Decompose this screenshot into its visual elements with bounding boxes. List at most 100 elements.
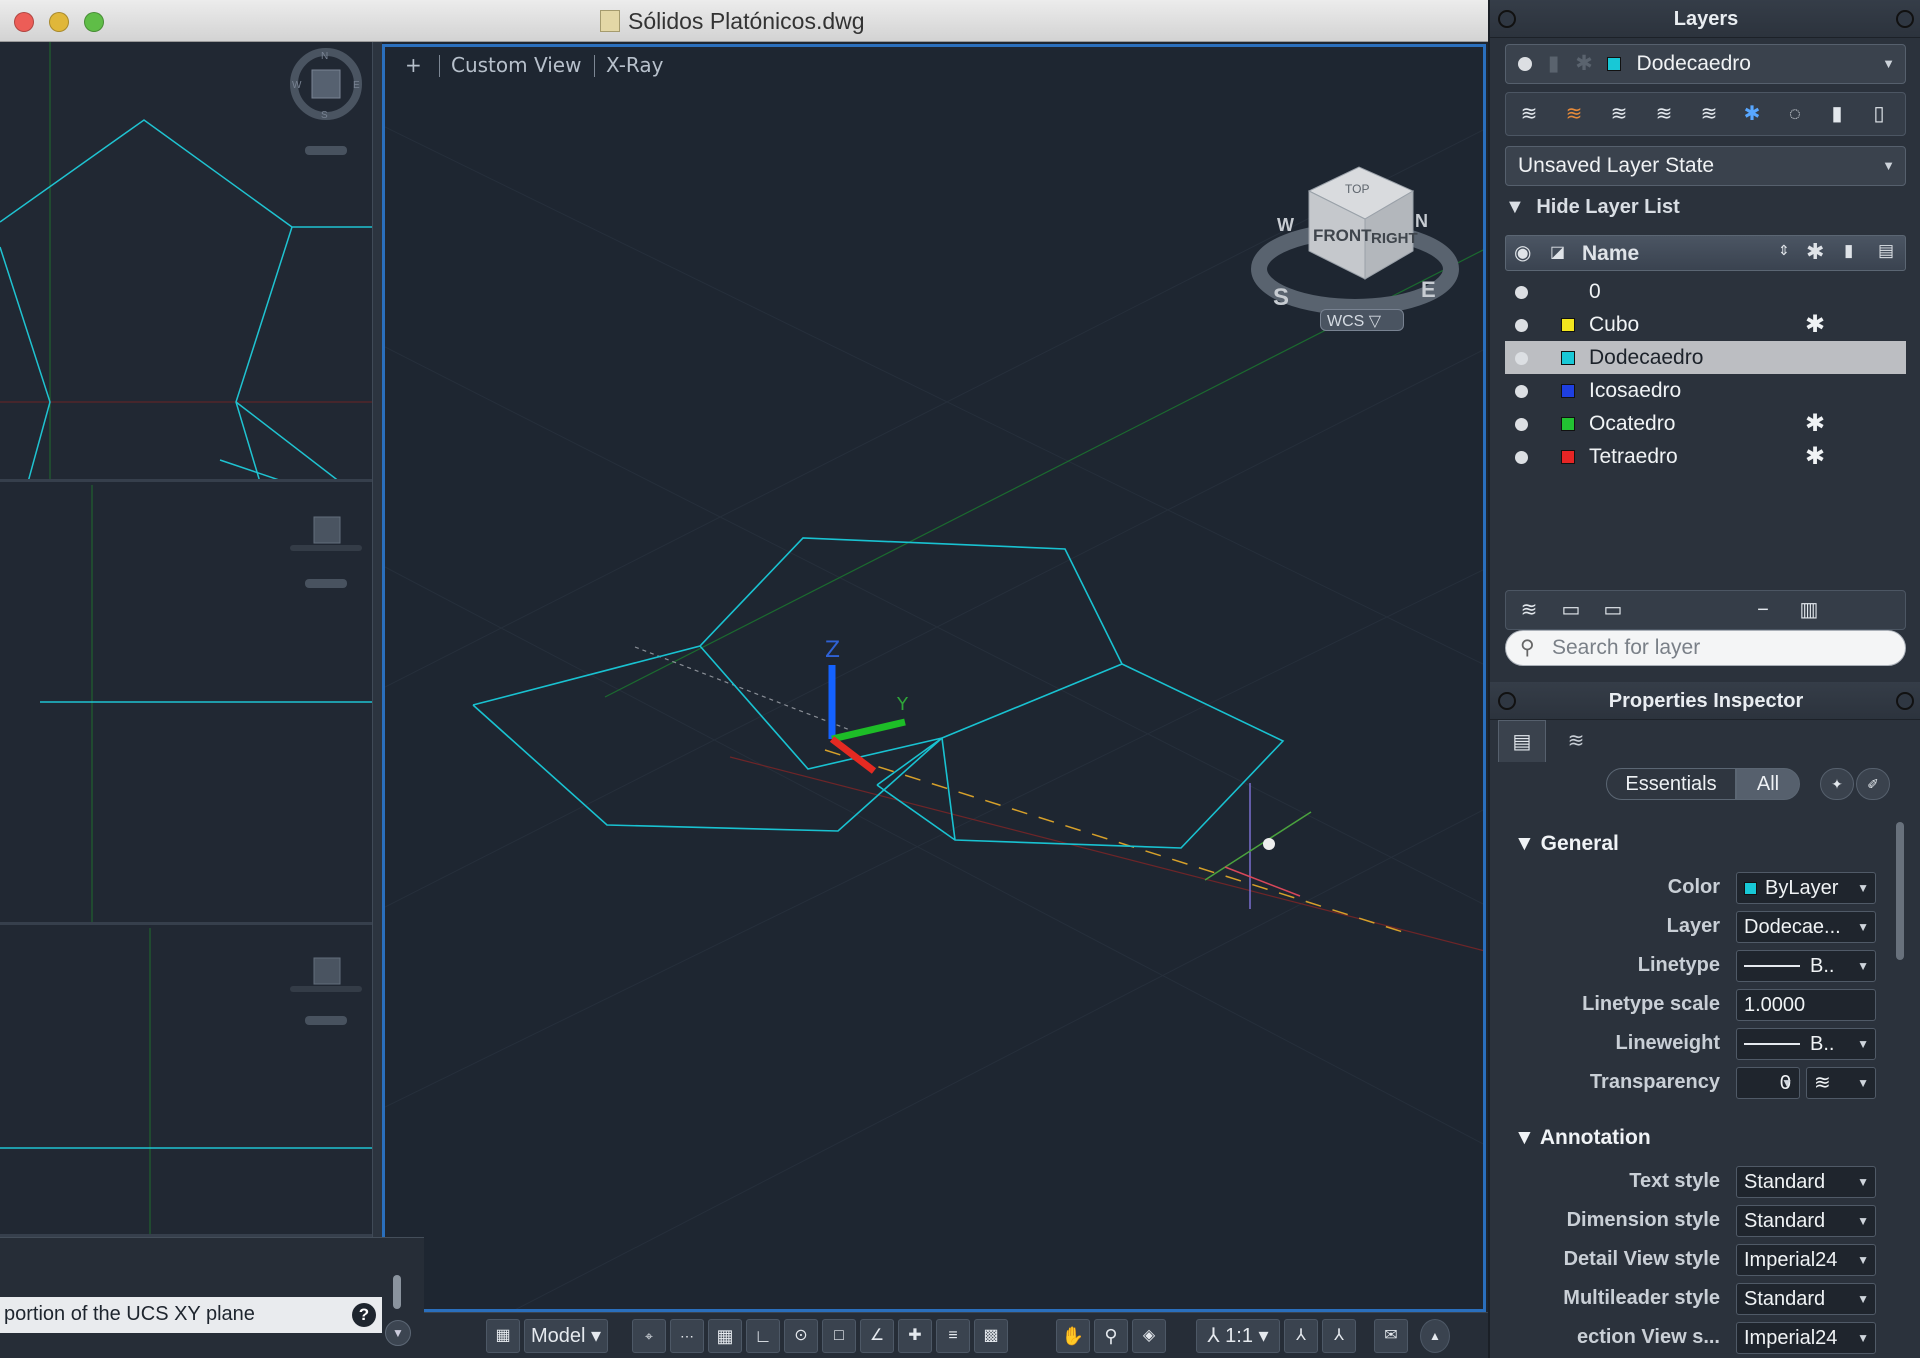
workspace-icon[interactable]: ✉ bbox=[1374, 1319, 1408, 1353]
layer-row[interactable]: Icosaedro bbox=[1505, 374, 1906, 407]
maximize-window-button[interactable] bbox=[84, 12, 104, 32]
layer-color-swatch[interactable] bbox=[1561, 351, 1575, 365]
layer-visible-icon[interactable] bbox=[1515, 319, 1528, 332]
zoom-icon[interactable]: ⚲ bbox=[1094, 1319, 1128, 1353]
layers-panel-close-dot[interactable] bbox=[1498, 10, 1516, 28]
layer-visible-icon[interactable] bbox=[1515, 352, 1528, 365]
filter-folder-icon[interactable]: ▭ bbox=[1600, 597, 1626, 623]
pan-icon[interactable]: ✋ bbox=[1056, 1319, 1090, 1353]
layer-color-swatch[interactable] bbox=[1561, 450, 1575, 464]
name-column-header[interactable]: Name bbox=[1582, 242, 1639, 266]
auto-scale-icon[interactable]: ⅄ bbox=[1322, 1319, 1356, 1353]
folder-icon[interactable]: ▭ bbox=[1558, 597, 1584, 623]
all-toggle[interactable]: All bbox=[1736, 768, 1800, 800]
visual-style-label[interactable]: X-Ray bbox=[606, 53, 663, 77]
orbit-icon[interactable]: ◈ bbox=[1132, 1319, 1166, 1353]
help-icon[interactable]: ? bbox=[352, 1303, 376, 1327]
object-snap-icon[interactable]: □ bbox=[822, 1319, 856, 1353]
status-bar-menu-icon[interactable]: ▲ bbox=[1420, 1319, 1450, 1353]
layer-color-column-icon[interactable]: ◪ bbox=[1550, 242, 1565, 262]
essentials-toggle[interactable]: Essentials bbox=[1606, 768, 1736, 800]
transparency-icon[interactable]: ▩ bbox=[974, 1319, 1008, 1353]
minimize-window-button[interactable] bbox=[49, 12, 69, 32]
add-viewport-button[interactable]: + bbox=[405, 53, 422, 77]
object-properties-tab[interactable]: ▤ bbox=[1498, 720, 1546, 762]
lock-layer-icon[interactable]: ▮ bbox=[1824, 101, 1850, 127]
layer-color-swatch[interactable] bbox=[1561, 384, 1575, 398]
lock-column-icon[interactable]: ▮ bbox=[1844, 241, 1853, 261]
property-value-text-style[interactable]: Standard ▼ bbox=[1736, 1166, 1876, 1198]
turn-off-layer-icon[interactable]: ◌ bbox=[1782, 101, 1808, 127]
new-layer-icon[interactable]: ≋ bbox=[1516, 101, 1542, 127]
command-history-toggle[interactable]: ▼ bbox=[385, 1320, 411, 1346]
property-value-color[interactable]: ByLayer ▼ bbox=[1736, 872, 1876, 904]
delete-layer-icon[interactable]: ≋ bbox=[1561, 101, 1587, 127]
grid-icon[interactable]: ▦ bbox=[708, 1319, 742, 1353]
hide-layer-list-toggle[interactable]: ▼ Hide Layer List bbox=[1505, 196, 1680, 219]
lineweight-icon[interactable]: ≡ bbox=[936, 1319, 970, 1353]
compass-south[interactable]: S bbox=[1273, 284, 1289, 311]
frozen-snowflake-icon[interactable]: ✱ bbox=[1805, 442, 1825, 471]
viewcube-front-face[interactable]: FRONT bbox=[1313, 226, 1372, 245]
infer-constraints-icon[interactable]: ⋯ bbox=[670, 1319, 704, 1353]
layer-previous-icon[interactable]: ≋ bbox=[1696, 101, 1722, 127]
command-prompt-text[interactable]: portion of the UCS XY plane bbox=[0, 1297, 382, 1333]
compass-east[interactable]: E bbox=[1421, 277, 1436, 302]
snap-icon[interactable]: ⌖ bbox=[632, 1319, 666, 1353]
property-value-linetype[interactable]: B.. ▼ bbox=[1736, 950, 1876, 982]
current-layer-dropdown[interactable]: ▮ ✱ Dodecaedro ▼ bbox=[1505, 44, 1906, 84]
sort-icon[interactable]: ⇕ bbox=[1778, 242, 1790, 259]
compass-north[interactable]: N bbox=[1415, 211, 1428, 231]
viewport-middle-left[interactable] bbox=[0, 485, 372, 925]
freeze-layer-icon[interactable]: ✱ bbox=[1739, 101, 1765, 127]
viewcube-top-face[interactable]: TOP bbox=[1345, 182, 1369, 196]
layer-visible-icon[interactable] bbox=[1515, 286, 1528, 299]
compass-west[interactable]: W bbox=[1277, 215, 1294, 235]
layout-grid-icon[interactable]: ▦ bbox=[486, 1319, 520, 1353]
properties-panel-close-dot[interactable] bbox=[1498, 692, 1516, 710]
layer-row[interactable]: Ocatedro ✱ bbox=[1505, 407, 1906, 440]
layer-search-input[interactable]: ⚲ Search for layer bbox=[1505, 630, 1906, 666]
layer-row[interactable]: Tetraedro ✱ bbox=[1505, 440, 1906, 473]
close-window-button[interactable] bbox=[14, 12, 34, 32]
new-layer-group-icon[interactable]: ≋ bbox=[1516, 597, 1542, 623]
layer-visible-icon[interactable] bbox=[1515, 418, 1528, 431]
layers-panel-menu-dot[interactable] bbox=[1896, 10, 1914, 28]
frozen-snowflake-icon[interactable]: ✱ bbox=[1805, 310, 1825, 339]
wcs-menu[interactable]: WCS ▽ bbox=[1320, 309, 1404, 331]
dynamic-ucs-icon[interactable]: ∠ bbox=[860, 1319, 894, 1353]
layer-state-dropdown[interactable]: Unsaved Layer State ▼ bbox=[1505, 146, 1906, 186]
viewport-splitter[interactable] bbox=[372, 42, 382, 1237]
annotation-scale-button[interactable]: ⅄ 1:1 ▾ bbox=[1196, 1319, 1280, 1353]
property-value-lineweight[interactable]: B.. ▼ bbox=[1736, 1028, 1876, 1060]
layer-row[interactable]: Cubo ✱ bbox=[1505, 308, 1906, 341]
layer-row[interactable]: Dodecaedro bbox=[1505, 341, 1906, 374]
annotation-section-toggle[interactable]: ▼ Annotation bbox=[1514, 1126, 1651, 1150]
layer-visible-icon[interactable] bbox=[1515, 385, 1528, 398]
pick-object-icon[interactable]: ✐ bbox=[1856, 768, 1890, 800]
minus-icon[interactable]: − bbox=[1750, 597, 1776, 623]
layer-properties-tab[interactable]: ≋ bbox=[1552, 720, 1600, 762]
annotation-visibility-icon[interactable]: ⅄ bbox=[1284, 1319, 1318, 1353]
quick-select-icon[interactable]: ✦ bbox=[1820, 768, 1854, 800]
properties-scrollbar[interactable] bbox=[1896, 822, 1904, 960]
columns-menu-icon[interactable]: ▥ bbox=[1796, 597, 1822, 623]
viewport-top-left[interactable]: N S W E bbox=[0, 42, 372, 482]
viewcube[interactable]: TOP FRONT RIGHT S E W N bbox=[1251, 166, 1459, 315]
freeze-column-icon[interactable]: ✱ bbox=[1806, 239, 1824, 265]
ortho-icon[interactable]: ∟ bbox=[746, 1319, 780, 1353]
model-tab-button[interactable]: Model ▾ bbox=[524, 1319, 608, 1353]
transparency-bylayer-button[interactable]: ≋ ▼ bbox=[1806, 1067, 1876, 1099]
property-value-dimension-style[interactable]: Standard ▼ bbox=[1736, 1205, 1876, 1237]
eye-icon[interactable]: ◉ bbox=[1514, 240, 1531, 265]
view-control-label[interactable]: Custom View bbox=[451, 53, 581, 77]
property-value-ection-view-s-[interactable]: Imperial24 ▼ bbox=[1736, 1322, 1876, 1354]
plot-column-icon[interactable]: ▤ bbox=[1878, 241, 1894, 261]
dynamic-input-icon[interactable]: ✚ bbox=[898, 1319, 932, 1353]
viewport-bottom-left[interactable] bbox=[0, 928, 372, 1237]
viewcube-right-face[interactable]: RIGHT bbox=[1371, 230, 1418, 247]
main-viewport[interactable]: Z Y TOP FRONT RIGHT S E W N + Custom Vie… bbox=[382, 44, 1486, 1312]
property-value-transparency[interactable]: 0 ▼ bbox=[1736, 1067, 1800, 1099]
general-section-toggle[interactable]: ▼ General bbox=[1514, 832, 1619, 856]
property-value-layer[interactable]: Dodecae... ▼ bbox=[1736, 911, 1876, 943]
